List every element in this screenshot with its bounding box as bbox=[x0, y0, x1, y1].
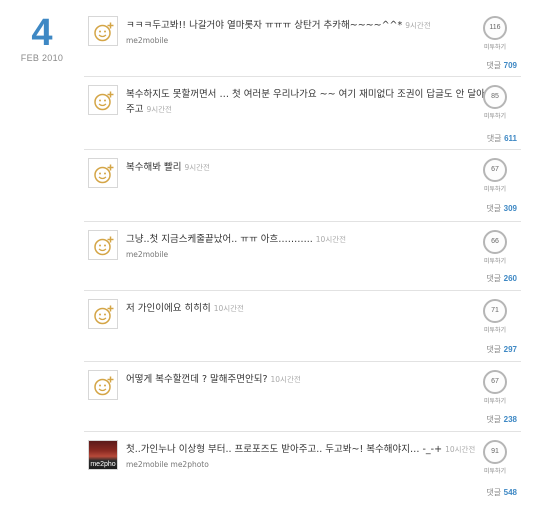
post-item: me2pho 첫..가인누나 이상형 부터.. 프로포즈도 받아주고.. 두고봐… bbox=[84, 432, 521, 506]
metoo-count[interactable]: 85 bbox=[483, 85, 507, 109]
post-text: 복수해봐 빨리 bbox=[126, 162, 182, 173]
comment-link[interactable]: 댓글 297 bbox=[486, 344, 517, 355]
post-text: 그냥..첫 지금스케줄끝났어.. ㅠㅠ 아흐……….. bbox=[126, 234, 313, 245]
post-time[interactable]: 9시간전 bbox=[184, 163, 209, 172]
post-content: 저 가인이에요 히히히 10시간전 bbox=[126, 301, 486, 316]
metoo-block: 116 미투하기 bbox=[475, 16, 515, 51]
metoo-button[interactable]: 미투하기 bbox=[475, 256, 515, 265]
metoo-count[interactable]: 91 bbox=[483, 440, 507, 464]
post-text: 어떻게 복수할껀데 ? 말해주면안되? bbox=[126, 374, 268, 385]
comment-label: 댓글 bbox=[486, 61, 502, 70]
metoo-count[interactable]: 67 bbox=[483, 370, 507, 394]
smile-icon bbox=[94, 376, 114, 396]
smile-icon bbox=[94, 164, 114, 184]
comment-label: 댓글 bbox=[486, 345, 502, 354]
avatar[interactable] bbox=[88, 230, 118, 260]
post-item: 복수하지도 못할꺼면서 … 첫 여러분 우리나가요 ~~ 여기 재미없다 조권이… bbox=[84, 77, 521, 150]
avatar[interactable] bbox=[88, 85, 118, 115]
metoo-button[interactable]: 미투하기 bbox=[475, 184, 515, 193]
avatar[interactable] bbox=[88, 370, 118, 400]
smile-icon bbox=[94, 305, 114, 325]
metoo-block: 67 미투하기 bbox=[475, 370, 515, 405]
comment-link[interactable]: 댓글 548 bbox=[486, 487, 517, 498]
avatar[interactable]: me2pho bbox=[88, 440, 118, 470]
post-time[interactable]: 10시간전 bbox=[214, 304, 244, 313]
post-time[interactable]: 10시간전 bbox=[271, 375, 301, 384]
metoo-count[interactable]: 116 bbox=[483, 16, 507, 40]
comment-link[interactable]: 댓글 260 bbox=[486, 273, 517, 284]
post-content: 어떻게 복수할껀데 ? 말해주면안되? 10시간전 bbox=[126, 372, 486, 387]
date-month-year: FEB 2010 bbox=[20, 53, 64, 63]
metoo-button[interactable]: 미투하기 bbox=[475, 466, 515, 475]
post-content: 복수해봐 빨리 9시간전 bbox=[126, 160, 486, 175]
post-author[interactable]: me2mobile me2photo bbox=[126, 460, 486, 469]
post-author[interactable]: me2mobile bbox=[126, 250, 486, 259]
post-text: ㅋㅋㅋ두고봐!! 나갈거야 열마롯자 ㅠㅠㅠ 상탄거 추카해~~~~^^* bbox=[126, 20, 403, 31]
comment-label: 댓글 bbox=[486, 204, 502, 213]
post-content: 그냥..첫 지금스케줄끝났어.. ㅠㅠ 아흐……….. 10시간전 me2mobi… bbox=[126, 232, 486, 259]
metoo-block: 85 미투하기 bbox=[475, 85, 515, 120]
comment-link[interactable]: 댓글 611 bbox=[487, 133, 517, 144]
smile-icon bbox=[94, 91, 114, 111]
avatar[interactable] bbox=[88, 299, 118, 329]
metoo-button[interactable]: 미투하기 bbox=[475, 111, 515, 120]
post-time[interactable]: 10시간전 bbox=[445, 445, 475, 454]
metoo-button[interactable]: 미투하기 bbox=[475, 396, 515, 405]
post-text: 저 가인이에요 히히히 bbox=[126, 303, 211, 314]
comment-count: 238 bbox=[503, 415, 517, 424]
comment-link[interactable]: 댓글 709 bbox=[486, 60, 517, 71]
post-item: 복수해봐 빨리 9시간전 67 미투하기 댓글 309 bbox=[84, 150, 521, 222]
comment-count: 309 bbox=[503, 204, 517, 213]
post-content: ㅋㅋㅋ두고봐!! 나갈거야 열마롯자 ㅠㅠㅠ 상탄거 추카해~~~~^^* 9시간… bbox=[126, 18, 486, 45]
comment-count: 260 bbox=[503, 274, 517, 283]
metoo-block: 91 미투하기 bbox=[475, 440, 515, 475]
post-time[interactable]: 9시간전 bbox=[405, 21, 430, 30]
metoo-block: 67 미투하기 bbox=[475, 158, 515, 193]
avatar-caption: me2pho bbox=[90, 461, 116, 468]
comment-label: 댓글 bbox=[486, 134, 502, 143]
smile-icon bbox=[94, 236, 114, 256]
comment-link[interactable]: 댓글 309 bbox=[486, 203, 517, 214]
metoo-button[interactable]: 미투하기 bbox=[475, 42, 515, 51]
comment-count: 297 bbox=[503, 345, 517, 354]
post-content: 첫..가인누나 이상형 부터.. 프로포즈도 받아주고.. 두고봐~! 복수해야… bbox=[126, 442, 486, 469]
metoo-block: 66 미투하기 bbox=[475, 230, 515, 265]
comment-label: 댓글 bbox=[486, 488, 502, 497]
post-item: 그냥..첫 지금스케줄끝났어.. ㅠㅠ 아흐……….. 10시간전 me2mobi… bbox=[84, 222, 521, 291]
comment-label: 댓글 bbox=[486, 415, 502, 424]
comment-count: 548 bbox=[503, 488, 517, 497]
post-text: 첫..가인누나 이상형 부터.. 프로포즈도 받아주고.. 두고봐~! 복수해야… bbox=[126, 444, 443, 455]
comment-link[interactable]: 댓글 238 bbox=[486, 414, 517, 425]
post-item: ㅋㅋㅋ두고봐!! 나갈거야 열마롯자 ㅠㅠㅠ 상탄거 추카해~~~~^^* 9시간… bbox=[84, 8, 521, 77]
post-time[interactable]: 9시간전 bbox=[146, 105, 171, 114]
smile-icon bbox=[94, 22, 114, 42]
metoo-count[interactable]: 66 bbox=[483, 230, 507, 254]
avatar[interactable] bbox=[88, 16, 118, 46]
post-author[interactable]: me2mobile bbox=[126, 36, 486, 45]
post-content: 복수하지도 못할꺼면서 … 첫 여러분 우리나가요 ~~ 여기 재미없다 조권이… bbox=[126, 87, 486, 117]
date-block: 4 FEB 2010 bbox=[14, 14, 70, 63]
metoo-block: 71 미투하기 bbox=[475, 299, 515, 334]
comment-label: 댓글 bbox=[486, 274, 502, 283]
metoo-count[interactable]: 71 bbox=[483, 299, 507, 323]
post-item: 어떻게 복수할껀데 ? 말해주면안되? 10시간전 67 미투하기 댓글 238 bbox=[84, 362, 521, 432]
metoo-count[interactable]: 67 bbox=[483, 158, 507, 182]
avatar[interactable] bbox=[88, 158, 118, 188]
post-time[interactable]: 10시간전 bbox=[316, 235, 346, 244]
date-day: 4 bbox=[31, 12, 53, 54]
post-text: 복수하지도 못할꺼면서 … 첫 여러분 우리나가요 ~~ 여기 재미없다 조권이… bbox=[126, 89, 485, 115]
post-item: 저 가인이에요 히히히 10시간전 71 미투하기 댓글 297 bbox=[84, 291, 521, 362]
comment-count: 709 bbox=[503, 61, 517, 70]
comment-count: 611 bbox=[504, 134, 517, 143]
metoo-button[interactable]: 미투하기 bbox=[475, 325, 515, 334]
post-feed: ㅋㅋㅋ두고봐!! 나갈거야 열마롯자 ㅠㅠㅠ 상탄거 추카해~~~~^^* 9시간… bbox=[84, 8, 521, 506]
